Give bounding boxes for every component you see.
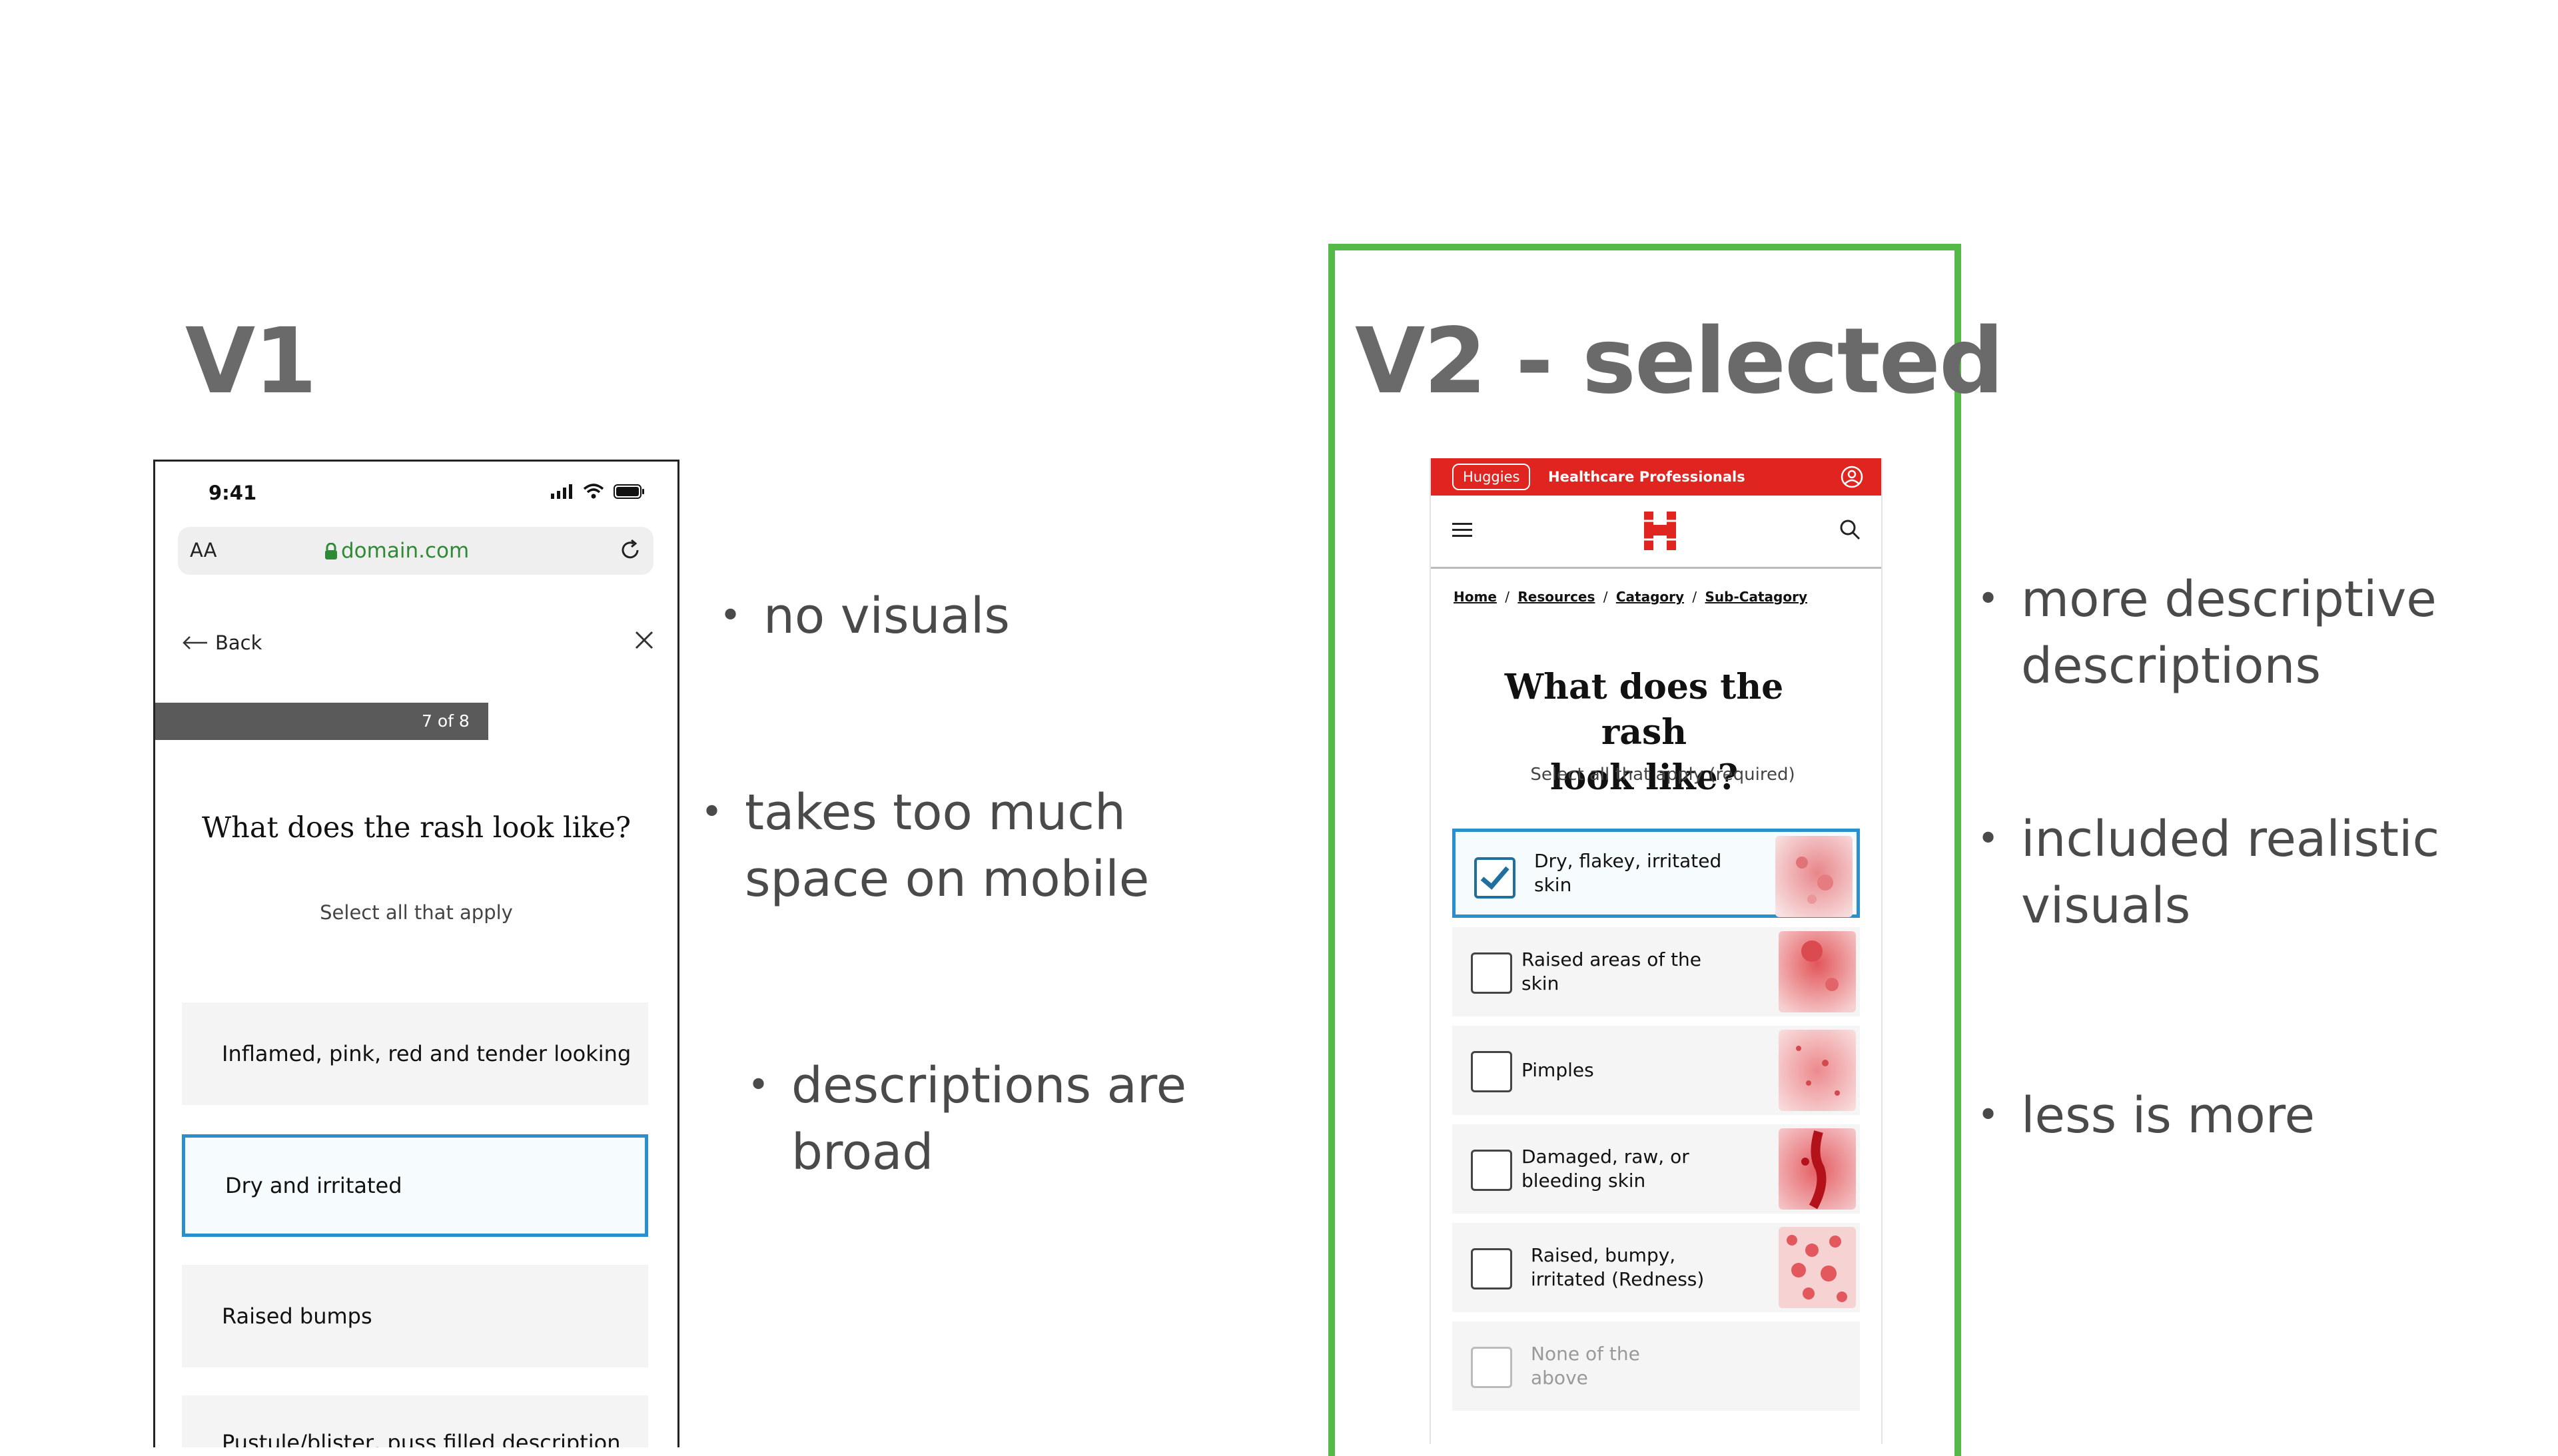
brand-pill-link[interactable]: Huggies bbox=[1452, 464, 1531, 490]
option-label: None of the above bbox=[1531, 1343, 1640, 1389]
back-button[interactable]: Back bbox=[182, 631, 262, 654]
option-label: Raised bumps bbox=[222, 1303, 372, 1329]
bullet: • bbox=[1977, 577, 2000, 621]
breadcrumb: Home / Resources / Catagory / Sub-Catago… bbox=[1454, 589, 1807, 605]
option-card-none[interactable]: None of the above bbox=[1452, 1321, 1860, 1411]
status-icons bbox=[551, 482, 645, 502]
note-text: visuals bbox=[2021, 877, 2191, 934]
breadcrumb-home[interactable]: Home bbox=[1454, 589, 1497, 605]
hamburger-menu-icon[interactable] bbox=[1451, 521, 1474, 540]
wifi-icon bbox=[583, 484, 604, 499]
breadcrumb-subcategory[interactable]: Sub-Catagory bbox=[1705, 589, 1807, 605]
rash-photo-damaged-image bbox=[1779, 1128, 1856, 1210]
arrow-left-icon bbox=[183, 636, 207, 649]
bullet: • bbox=[1977, 817, 2000, 861]
note-text: space on mobile bbox=[745, 851, 1150, 908]
rash-photo-redness-image bbox=[1779, 1227, 1856, 1308]
option-label: Dry and irritated bbox=[225, 1173, 402, 1198]
option-label: Pimples bbox=[1521, 1059, 1594, 1081]
option-label: Raised areas of the skin bbox=[1521, 948, 1702, 994]
text-size-control[interactable]: AA bbox=[190, 539, 216, 561]
checkbox-checked[interactable] bbox=[1474, 857, 1515, 899]
checkbox[interactable] bbox=[1471, 1150, 1512, 1191]
option-card-selected[interactable]: Dry and irritated bbox=[182, 1134, 648, 1237]
address-bar[interactable]: AA domain.com bbox=[178, 527, 653, 575]
rash-photo-dry-image bbox=[1775, 836, 1853, 917]
note-text: broad bbox=[791, 1124, 934, 1181]
option-label: Damaged, raw, or bleeding skin bbox=[1521, 1146, 1689, 1192]
user-account-icon[interactable] bbox=[1840, 465, 1864, 489]
rash-photo-pimples-image bbox=[1779, 1030, 1856, 1111]
question-line: What does the rash bbox=[1504, 667, 1784, 753]
healthcare-professionals-link[interactable]: Healthcare Professionals bbox=[1548, 469, 1745, 485]
option-label: Raised, bumpy, irritated (Redness) bbox=[1531, 1244, 1705, 1290]
bullet: • bbox=[719, 594, 742, 637]
battery-icon bbox=[614, 484, 644, 499]
v2-heading: V2 - selected bbox=[1355, 309, 2004, 414]
v2-phone-mockup: Huggies Healthcare Professionals Home / … bbox=[1430, 458, 1883, 1444]
option-card[interactable]: Raised bumps bbox=[182, 1265, 648, 1367]
back-label: Back bbox=[215, 631, 262, 654]
option-card[interactable]: Raised, bumpy, irritated (Redness) bbox=[1452, 1223, 1860, 1312]
top-utility-bar: Huggies Healthcare Professionals bbox=[1431, 458, 1881, 496]
note-text: descriptions are bbox=[791, 1057, 1187, 1114]
progress-text: 7 of 8 bbox=[422, 711, 470, 731]
checkmark-icon bbox=[1480, 866, 1509, 890]
note-text: no visuals bbox=[763, 587, 1010, 645]
breadcrumb-separator: / bbox=[1692, 589, 1697, 605]
brand-logo-icon[interactable] bbox=[1640, 509, 1680, 553]
close-icon[interactable] bbox=[634, 629, 655, 651]
checkbox[interactable] bbox=[1471, 1347, 1512, 1388]
option-label: Inflamed, pink, red and tender looking bbox=[222, 1041, 632, 1066]
breadcrumb-category[interactable]: Catagory bbox=[1616, 589, 1684, 605]
main-nav bbox=[1431, 496, 1881, 569]
checkbox[interactable] bbox=[1471, 1051, 1512, 1092]
option-card-selected[interactable]: Dry, flakey, irritated skin bbox=[1452, 829, 1860, 918]
breadcrumb-resources[interactable]: Resources bbox=[1517, 589, 1595, 605]
bullet: • bbox=[1977, 1094, 2000, 1137]
v1-phone-mockup: 9:41 AA domain.com Back 7 of 8 What does… bbox=[153, 460, 679, 1447]
search-icon[interactable] bbox=[1839, 518, 1861, 541]
note-text: less is more bbox=[2021, 1087, 2316, 1144]
note-text: takes too much bbox=[745, 784, 1126, 841]
option-card[interactable]: Pimples bbox=[1452, 1026, 1860, 1115]
signal-icon bbox=[551, 484, 572, 499]
question-title: What does the rash look like? bbox=[201, 811, 632, 845]
url-domain: domain.com bbox=[341, 539, 470, 563]
note-text: descriptions bbox=[2021, 637, 2321, 695]
breadcrumb-separator: / bbox=[1505, 589, 1509, 605]
option-card[interactable]: Raised areas of the skin bbox=[1452, 927, 1860, 1016]
reload-icon[interactable] bbox=[618, 538, 643, 563]
question-subtitle: Select all that apply (required) bbox=[1530, 765, 1795, 785]
note-text: included realistic bbox=[2021, 811, 2440, 868]
option-card[interactable]: Inflamed, pink, red and tender looking bbox=[182, 1002, 648, 1105]
bullet: • bbox=[701, 791, 723, 834]
option-label: Dry, flakey, irritated skin bbox=[1534, 850, 1722, 896]
note-text: more descriptive bbox=[2021, 571, 2437, 628]
option-card[interactable]: Damaged, raw, or bleeding skin bbox=[1452, 1124, 1860, 1214]
checkbox[interactable] bbox=[1471, 1248, 1512, 1289]
option-card[interactable]: Pustule/blister, puss filled description bbox=[182, 1395, 648, 1447]
v1-heading: V1 bbox=[185, 309, 317, 414]
lock-icon bbox=[325, 543, 337, 559]
breadcrumb-separator: / bbox=[1603, 589, 1608, 605]
option-label: Pustule/blister, puss filled description bbox=[222, 1430, 621, 1447]
question-subtitle: Select all that apply bbox=[320, 901, 513, 924]
rash-photo-raised-image bbox=[1779, 931, 1856, 1012]
status-time: 9:41 bbox=[209, 482, 257, 504]
checkbox[interactable] bbox=[1471, 952, 1512, 994]
bullet: • bbox=[747, 1064, 770, 1107]
